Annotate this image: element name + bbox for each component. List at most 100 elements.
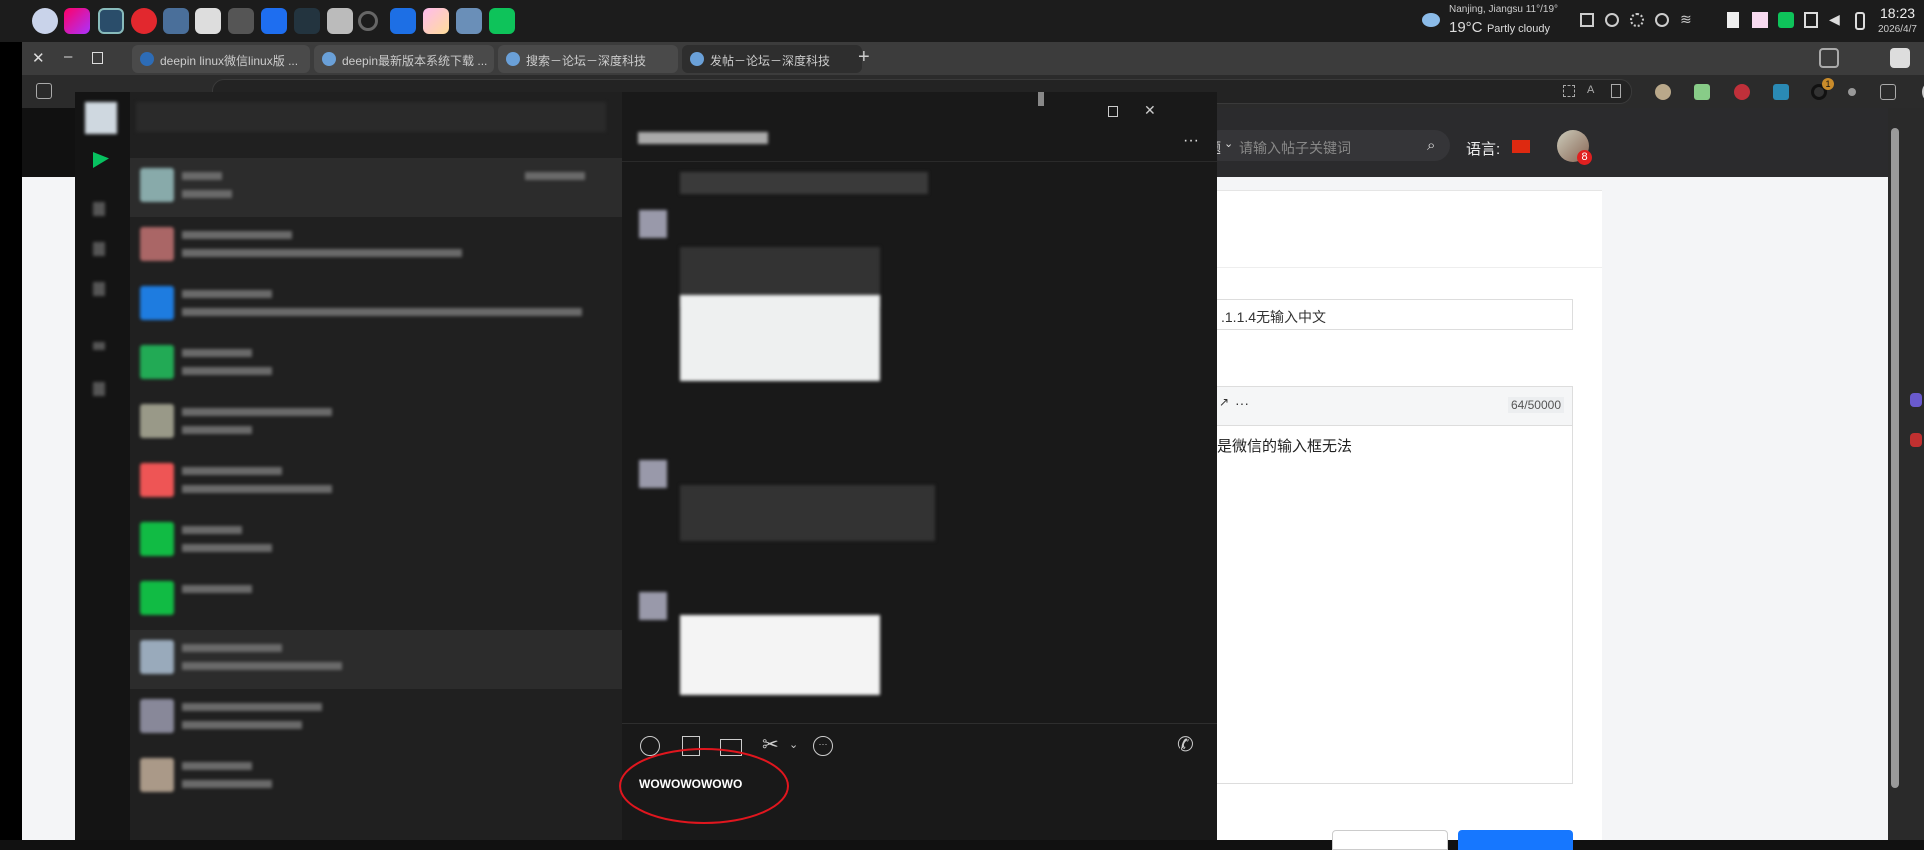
app-icon[interactable] [163,8,189,34]
files-icon[interactable] [93,282,105,296]
chat-list-item[interactable] [130,276,622,335]
toggle-icon[interactable] [1855,12,1865,30]
tray-wechat-icon[interactable] [1778,12,1794,28]
tray-app-icon[interactable] [1752,12,1768,28]
post-title-input[interactable]: .1.1.4无输入中文 [1217,299,1573,330]
image-message[interactable] [680,615,880,695]
vivaldi-icon[interactable] [131,8,157,34]
pin-icon[interactable] [1038,92,1044,106]
brightness-icon[interactable] [1630,13,1644,27]
wifi-icon[interactable]: ≋ [1680,11,1692,28]
map-thumbnail[interactable] [680,295,880,381]
tab-2[interactable]: deepin最新版本系统下载 ... [314,45,494,73]
deepin-favicon-icon [690,52,704,66]
close-window-icon[interactable]: ✕ [32,49,45,67]
system-taskbar: Nanjing, Jiangsu 11°/19° 19°C Partly clo… [0,0,1924,42]
input-divider [622,723,1217,724]
extension-icon[interactable] [1848,88,1856,96]
extensions-puzzle-icon[interactable] [1880,84,1896,100]
settings-icon[interactable] [228,8,254,34]
bluetooth-icon[interactable] [1605,13,1619,27]
china-flag-icon[interactable] [1512,140,1530,153]
miniprogram-icon[interactable] [93,382,105,396]
close-icon[interactable]: ✕ [1144,102,1156,119]
fullscreen-icon[interactable]: ↗ [1219,395,1229,409]
restore-window-icon[interactable] [92,52,103,64]
sidebar-toggle-icon[interactable] [36,83,52,99]
tab-list-icon[interactable] [1819,48,1839,68]
translate-icon[interactable]: A [1587,84,1594,96]
file-manager-icon[interactable] [456,8,482,34]
clock-time[interactable]: 18:23 [1880,5,1915,21]
contacts-icon[interactable] [93,202,105,216]
app-icon[interactable] [390,8,416,34]
editor-more-button[interactable]: ··· [1235,395,1249,411]
minimize-window-icon[interactable]: – [64,48,72,65]
chat-more-button[interactable]: ··· [1183,132,1199,150]
call-icon[interactable]: ✆ [1177,732,1194,757]
chat-list-item[interactable] [130,158,622,217]
panel-app-icon[interactable] [1910,433,1922,447]
search-icon[interactable] [358,11,378,31]
extension-badge: 1 [1822,78,1834,90]
red-annotation-ellipse [619,748,789,824]
extension-icon[interactable] [1655,84,1671,100]
chat-list-item[interactable] [130,394,622,453]
cancel-button[interactable] [1332,830,1448,850]
chat-list-item[interactable] [130,217,622,276]
my-avatar[interactable] [85,102,117,134]
page-scrollbar[interactable] [1891,128,1899,788]
extension-icon[interactable] [1694,84,1710,100]
editor-body-text[interactable]: 是微信的输入框无法 [1217,435,1352,456]
text-editor-icon[interactable] [327,8,353,34]
wechat-icon[interactable] [489,8,515,34]
maximize-icon[interactable] [1108,106,1118,117]
app-icon[interactable] [64,8,90,34]
vivaldi-menu-icon[interactable] [1890,48,1910,68]
new-tab-button[interactable]: + [858,46,870,69]
sender-avatar [639,592,667,620]
battery-icon[interactable] [1580,13,1594,27]
app-icon[interactable] [98,8,124,34]
chat-list-item[interactable] [130,335,622,394]
chat-search-input[interactable] [136,102,606,132]
chat-list-item[interactable] [130,453,622,512]
weather-location: Nanjing, Jiangsu [1449,4,1523,15]
keyboard-icon[interactable] [1804,12,1818,28]
extension-icon[interactable] [1734,84,1750,100]
launcher-icon[interactable] [32,8,58,34]
qr-code-icon[interactable] [1563,85,1575,97]
search-icon[interactable]: ⌕ [1427,137,1435,154]
chat-list-item[interactable] [130,512,622,571]
tab-3[interactable]: 搜索－论坛－深度科技 [498,45,678,73]
chat-list-item[interactable] [130,571,622,630]
app-icon[interactable] [261,8,287,34]
panel-app-icon[interactable] [1910,393,1922,407]
clock-date[interactable]: 2026/4/7 [1878,24,1917,35]
page-left-margin [22,177,75,840]
tray-app-icon[interactable] [1727,12,1739,28]
search-input[interactable]: 请输入帖子关键词 [1239,138,1351,158]
sender-avatar [639,460,667,488]
forum-search-bar[interactable]: 题 ⌄ 请输入帖子关键词 ⌕ [1205,130,1450,161]
browser-tab-bar: ✕ – deepin linux微信linux版 ... deepin最新版本系… [22,42,1924,75]
extension-icon[interactable] [1773,84,1789,100]
moments-icon[interactable] [93,342,105,350]
chat-list-item[interactable] [130,748,622,807]
tab-4-active[interactable]: 发帖－论坛－深度科技 [682,45,862,73]
chats-icon[interactable] [93,152,109,168]
app-icon[interactable] [195,8,221,34]
favorites-icon[interactable] [93,242,105,256]
post-editor[interactable]: ↗ ··· 64/50000 是微信的输入框无法 [1217,386,1573,784]
tab-1[interactable]: deepin linux微信linux版 ... [132,45,310,73]
submit-button[interactable] [1458,830,1573,850]
app-icon[interactable] [423,8,449,34]
volume-icon[interactable]: ◀ [1829,11,1840,28]
terminal-icon[interactable] [294,8,320,34]
desktop-background [0,42,22,840]
chat-history-icon[interactable]: ··· [813,736,833,756]
bookmark-icon[interactable] [1611,84,1621,98]
media-icon[interactable] [1655,13,1669,27]
chat-list-item-selected[interactable] [130,630,622,689]
chat-list-item[interactable] [130,689,622,748]
